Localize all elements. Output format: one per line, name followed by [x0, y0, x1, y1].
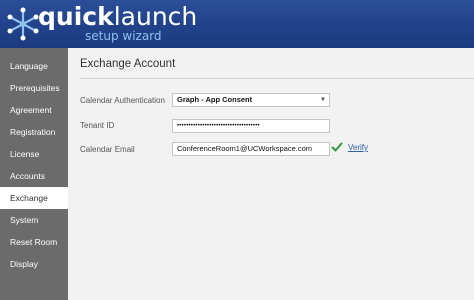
page-title: Exchange Account: [80, 58, 176, 70]
sidebar-item-registration[interactable]: Registration: [0, 121, 68, 143]
calendar-email-field[interactable]: ConferenceRoom1@UCWorkspace.com: [172, 142, 330, 156]
main-panel: Exchange Account Calendar Authentication…: [68, 48, 474, 300]
checkmark-icon: [331, 142, 343, 152]
sidebar-item-agreement[interactable]: Agreement: [0, 99, 68, 121]
calendar-auth-select[interactable]: Graph - App Consent ▼: [172, 93, 330, 107]
tagline: setup wizard: [85, 29, 162, 43]
app-header: quicklaunch setup wizard: [0, 0, 474, 48]
calendar-auth-label: Calendar Authentication: [80, 96, 165, 105]
tenant-id-field[interactable]: ••••••••••••••••••••••••••••••••••••: [172, 119, 330, 133]
brand-quick: quick: [38, 2, 114, 31]
title-divider: [80, 78, 474, 79]
sidebar-item-system[interactable]: System: [0, 209, 68, 231]
calendar-email-label: Calendar Email: [80, 145, 135, 154]
brand-launch: launch: [113, 2, 198, 31]
sidebar-item-reset-room[interactable]: Reset Room: [0, 231, 68, 253]
verify-link[interactable]: Verify: [348, 143, 368, 152]
sidebar-item-accounts[interactable]: Accounts: [0, 165, 68, 187]
tenant-id-label: Tenant ID: [80, 121, 115, 130]
sidebar-item-display[interactable]: Display: [0, 253, 68, 275]
sidebar-item-prerequisites[interactable]: Prerequisites: [0, 77, 68, 99]
quicklaunch-logo-icon: [7, 7, 39, 41]
sidebar-item-exchange[interactable]: Exchange: [0, 187, 68, 209]
calendar-auth-value: Graph - App Consent: [177, 95, 253, 104]
chevron-down-icon: ▼: [320, 97, 326, 103]
sidebar-item-language[interactable]: Language: [0, 55, 68, 77]
brand-name: quicklaunch: [38, 2, 197, 32]
sidebar-item-license[interactable]: License: [0, 143, 68, 165]
sidebar: Language Prerequisites Agreement Registr…: [0, 48, 68, 300]
